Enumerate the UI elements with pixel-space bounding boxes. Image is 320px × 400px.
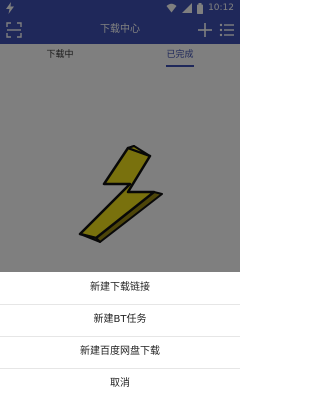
new-bt-task-button[interactable]: 新建BT任务: [0, 304, 240, 336]
download-center-screen: 10:12 下载中心 下载中 已完成: [0, 0, 240, 400]
new-baidu-netdisk-download-button[interactable]: 新建百度网盘下载: [0, 336, 240, 368]
cancel-button[interactable]: 取消: [0, 368, 240, 400]
action-sheet: 新建下载链接 新建BT任务 新建百度网盘下载 取消: [0, 272, 240, 400]
new-download-link-button[interactable]: 新建下载链接: [0, 272, 240, 304]
